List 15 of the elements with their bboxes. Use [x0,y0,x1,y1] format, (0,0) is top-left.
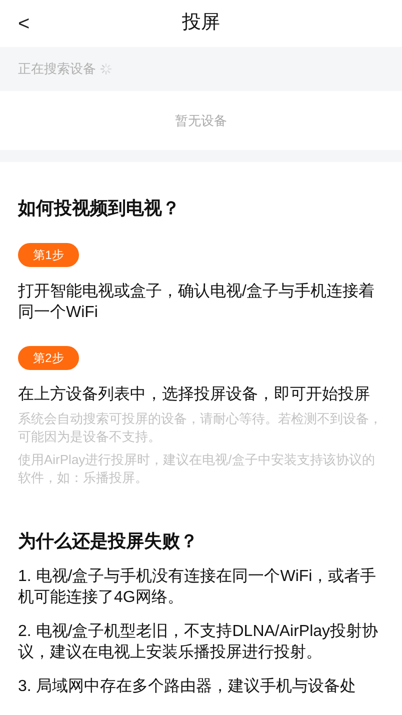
empty-message: 暂无设备 [175,112,227,130]
page-title: 投屏 [182,11,220,36]
section-heading: 如何投视频到电视？ [18,197,181,220]
reason-text: 3. 局域网中存在多个路由器，建议手机与设备处 [18,676,357,697]
reason-text: 2. 电视/盒子机型老旧，不支持DLNA/AirPlay投射协议，建议在电视上安装乐播投屏进行投射。 [18,622,380,663]
step-text: 在上方设备列表中，选择投屏设备，即可开始投屏 [18,384,371,405]
section-heading: 为什么还是投屏失败？ [18,530,199,553]
step-badge: 第1步 [18,243,79,267]
step-text: 打开智能电视或盒子，确认电视/盒子与手机连接着同一个WiFi [18,282,376,323]
hint-text: 系统会自动搜索可投屏的设备，请耐心等待。若检测不到设备，可能因为是设备不支持。 [18,410,383,446]
hint-text: 使用AirPlay进行投屏时，建议在电视/盒子中安装支持该协议的软件，如：乐播投屏。 [18,451,376,487]
back-button[interactable]: < [18,14,30,34]
step-badge: 第2步 [18,346,79,370]
reason-text: 1. 电视/盒子与手机没有连接在同一个WiFi，或者手机可能连接了4G网络。 [18,566,378,608]
search-status: 正在搜索设备 [18,60,96,78]
